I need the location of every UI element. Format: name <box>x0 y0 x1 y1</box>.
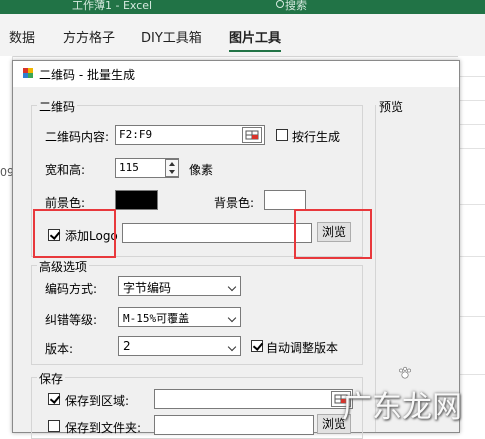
by-row-label: 按行生成 <box>292 130 341 144</box>
ecl-value: M-15%可覆盖 <box>123 312 190 325</box>
dialog-title-bar: 二维码 - 批量生成 <box>13 61 459 87</box>
excel-title-bar: 工作薄1 - Excel 搜索 <box>0 0 485 14</box>
paw-logo-icon <box>399 366 411 379</box>
grid-line <box>458 204 485 205</box>
save-to-range-label: 保存到区域: <box>65 394 130 408</box>
tab-diy-toolbox[interactable]: DIY工具箱 <box>141 27 202 46</box>
excel-search-box[interactable]: 搜索 <box>285 0 307 13</box>
spin-down-icon[interactable] <box>169 170 175 174</box>
fg-color-swatch[interactable] <box>115 190 158 210</box>
chevron-down-icon <box>227 282 237 292</box>
save-to-range-checkbox[interactable] <box>48 393 60 405</box>
excel-window-title: 工作薄1 - Excel <box>72 0 153 12</box>
dialog-title: 二维码 - 批量生成 <box>39 68 135 82</box>
grid-line <box>458 256 485 257</box>
save-range-input[interactable] <box>154 389 353 409</box>
save-group-label: 保存 <box>37 370 66 387</box>
version-select[interactable]: 2 <box>118 336 241 356</box>
save-to-folder-checkbox[interactable] <box>48 420 60 432</box>
highlight-add-logo <box>33 209 116 258</box>
app-icon <box>23 68 33 78</box>
save-folder-input[interactable] <box>154 415 314 435</box>
grid-line <box>458 316 485 317</box>
bg-color-label: 背景色: <box>214 196 255 210</box>
tab-fangfang-gezi[interactable]: 方方格子 <box>63 27 115 46</box>
spin-up-icon[interactable] <box>169 162 175 166</box>
grid-line <box>458 148 485 149</box>
encoding-label: 编码方式: <box>45 282 98 296</box>
ecl-select[interactable]: M-15%可覆盖 <box>118 307 241 327</box>
version-label: 版本: <box>45 342 74 356</box>
size-stepper[interactable] <box>165 159 179 177</box>
qr-content-label: 二维码内容: <box>45 130 110 144</box>
search-icon[interactable] <box>276 0 284 8</box>
chevron-down-icon <box>227 313 237 323</box>
grid-line <box>458 76 485 77</box>
tab-data[interactable]: 数据 <box>9 27 35 46</box>
save-to-folder-label: 保存到文件夹: <box>65 421 142 435</box>
size-unit: 像素 <box>189 163 214 177</box>
logo-path-input[interactable] <box>122 223 312 243</box>
by-row-checkbox[interactable] <box>276 129 288 141</box>
watermark-text: 广东龙网 <box>342 390 462 425</box>
advanced-group-label: 高级选项 <box>37 258 90 275</box>
chevron-down-icon <box>227 342 237 352</box>
grid-line <box>458 124 485 125</box>
version-value: 2 <box>123 339 131 353</box>
grid-line <box>458 374 485 375</box>
tab-picture-tools[interactable]: 图片工具 <box>229 27 282 52</box>
range-picker-button[interactable] <box>242 127 262 143</box>
auto-version-checkbox[interactable] <box>251 340 263 352</box>
qr-group-label: 二维码 <box>37 98 78 115</box>
size-label: 宽和高: <box>45 163 86 177</box>
range-picker-icon <box>245 130 259 140</box>
grid-line <box>458 100 485 101</box>
auto-version-label: 自动调整版本 <box>266 341 339 355</box>
excel-ribbon: 数据 方方格子 DIY工具箱 图片工具 <box>0 14 485 57</box>
sheet-grid[interactable] <box>458 56 485 431</box>
encoding-select[interactable]: 字节编码 <box>118 276 241 296</box>
ecl-label: 纠错等级: <box>45 313 98 327</box>
preview-label: 预览 <box>379 100 404 114</box>
encoding-value: 字节编码 <box>123 281 172 295</box>
bg-color-swatch[interactable] <box>264 190 306 210</box>
highlight-browse <box>294 209 372 259</box>
